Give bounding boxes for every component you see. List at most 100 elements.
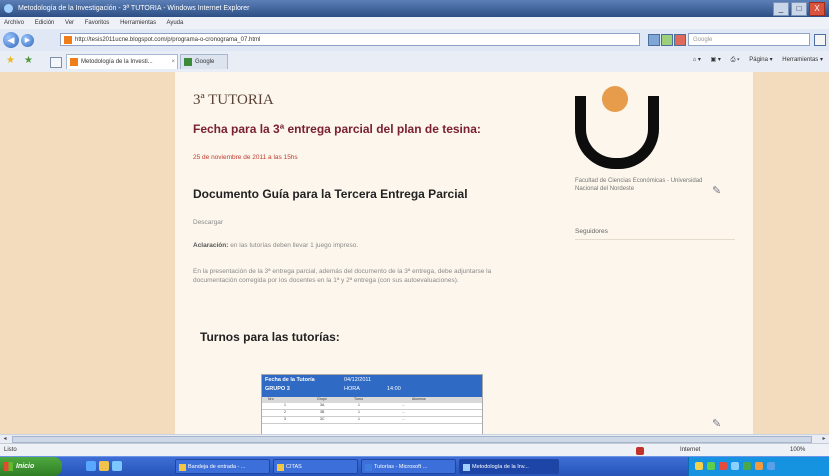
address-url: http://tesis2011ucne.blogspot.com/p/prog… [75,37,261,43]
task-metodologia[interactable]: Metodología de la Inv... [459,459,559,474]
tray-icon[interactable] [767,462,775,470]
task-label: CITAS [286,464,302,470]
column-header: Turno [354,397,364,401]
cell: ... [402,417,405,421]
maximize-button[interactable]: □ [791,2,807,16]
tray-icon[interactable] [707,462,715,470]
schedule-date: 04/12/2011 [344,377,372,383]
edit-gadget-icon[interactable]: ✎ [712,417,721,430]
favorites-star-icon[interactable]: ★ [6,56,16,66]
download-link[interactable]: Descargar [193,219,223,226]
start-label: Inicio [16,463,35,470]
cell: 2 [284,410,286,414]
tools-menu[interactable]: Herramientas ▾ [782,57,823,63]
menu-ayuda[interactable]: Ayuda [166,20,183,26]
menu-edicion[interactable]: Edición [35,20,55,26]
ie-quicklaunch-icon[interactable] [86,461,96,471]
menu-archivo[interactable]: Archivo [4,20,24,26]
tab-metodologia[interactable]: Metodología de la Investi... × [66,54,178,69]
quick-tabs-icon[interactable] [50,57,62,68]
media-quicklaunch-icon[interactable] [112,461,122,471]
cell: 1 [358,410,360,414]
minimize-button[interactable]: _ [773,2,789,16]
print-icon[interactable]: ⎙ ▾ [731,57,740,63]
schedule-table: Fecha de la Tutoría 04/12/2011 GRUPO 3 H… [261,374,483,436]
cell: 3A [320,403,325,407]
forward-button[interactable]: ▶ [21,34,34,47]
tray-icon[interactable] [755,462,763,470]
task-label: Bandeja de entrada - ... [188,464,246,470]
tray-icon[interactable] [719,462,727,470]
window-titlebar: Metodología de la Investigación - 3ª TUT… [0,0,829,17]
table-row: 3 3C 1 ... [262,417,482,424]
search-input[interactable]: Google [688,33,810,46]
logo-dot [602,86,628,112]
add-favorites-icon[interactable]: ★ [24,56,34,66]
task-citas[interactable]: CITAS [273,459,358,474]
instructions-paragraph: En la presentación de la 3ª entrega parc… [193,268,492,284]
unne-logo [575,86,659,172]
followers-title: Seguidores [575,228,608,235]
table-row: 1 3A 1 ... [262,403,482,410]
column-header: Alumnos [412,397,426,401]
back-button[interactable]: ◀ [3,32,19,48]
status-bar: Listo Internet 100% [0,443,829,457]
tab-close-icon[interactable]: × [171,55,175,70]
column-header: Grupo [317,397,327,401]
desktop-quicklaunch-icon[interactable] [99,461,109,471]
address-field[interactable]: http://tesis2011ucne.blogspot.com/p/prog… [60,33,640,46]
tab-label: Metodología de la Investi... [81,59,153,65]
ie-icon [4,3,13,13]
search-icon[interactable] [814,34,826,46]
logo-caption: Facultad de Ciencias Económicas - Univer… [575,178,703,192]
schedule-title: Fecha de la Tutoría [265,377,315,383]
home-icon[interactable]: ⌂ ▾ [693,57,701,63]
page-menu[interactable]: Página ▾ [749,57,772,63]
taskbar: Inicio Bandeja de entrada - ... CITAS Tu… [0,456,829,476]
word-icon [365,464,372,471]
blog-content: 3ª TUTORIA Fecha para la 3ª entrega parc… [175,72,753,436]
feeds-icon[interactable]: ▣ ▾ [711,57,721,63]
cell: 3B [320,410,325,414]
stop-icon[interactable] [674,34,686,46]
menu-herramientas[interactable]: Herramientas [120,20,156,26]
tutorial-slots-heading: Turnos para las tutorías: [200,330,340,344]
column-header: Nro [268,397,274,401]
cell: 3C [320,417,325,421]
scrollbar-thumb[interactable] [12,436,812,443]
start-button[interactable]: Inicio [0,457,62,476]
menu-favoritos[interactable]: Favoritos [85,20,110,26]
folder-icon [179,464,186,471]
tray-icon[interactable] [743,462,751,470]
cell: 1 [358,403,360,407]
task-label: Tutorías - Microsoft ... [374,464,428,470]
tab-google[interactable]: Google [180,54,228,69]
cell: 1 [358,417,360,421]
window-controls: _ □ X [773,2,825,16]
menu-bar: Archivo Edición Ver Favoritos Herramient… [0,17,829,29]
task-inbox[interactable]: Bandeja de entrada - ... [175,459,270,474]
table-row: 2 3B 1 ... [262,410,482,417]
tab-label: Google [195,59,215,65]
note-body: en las tutorías deben llevar 1 juego imp… [228,242,359,249]
note-text: Aclaración: en las tutorías deben llevar… [193,242,358,249]
tabs-row: ★ ★ Metodología de la Investi... × Googl… [0,51,829,73]
schedule-group: GRUPO 3 [265,386,290,392]
delivery-date-heading: Fecha para la 3ª entrega parcial del pla… [193,122,481,136]
cell: 3 [284,417,286,421]
cell: 1 [284,403,286,407]
window-title: Metodología de la Investigación - 3ª TUT… [17,5,250,12]
delivery-date-text: 25 de noviembre de 2011 a las 15hs [193,154,298,161]
compat-view-icon[interactable] [648,34,660,46]
tray-icon[interactable] [731,462,739,470]
close-button[interactable]: X [809,2,825,16]
schedule-header: Fecha de la Tutoría 04/12/2011 GRUPO 3 H… [262,375,482,397]
popup-blocker-icon[interactable] [636,447,644,455]
system-tray [688,457,829,476]
refresh-icon[interactable] [661,34,673,46]
menu-ver[interactable]: Ver [65,20,74,26]
edit-gadget-icon[interactable]: ✎ [712,184,721,197]
task-tutorias[interactable]: Tutorías - Microsoft ... [361,459,456,474]
tray-icon[interactable] [695,462,703,470]
task-label: Metodología de la Inv... [472,464,529,470]
